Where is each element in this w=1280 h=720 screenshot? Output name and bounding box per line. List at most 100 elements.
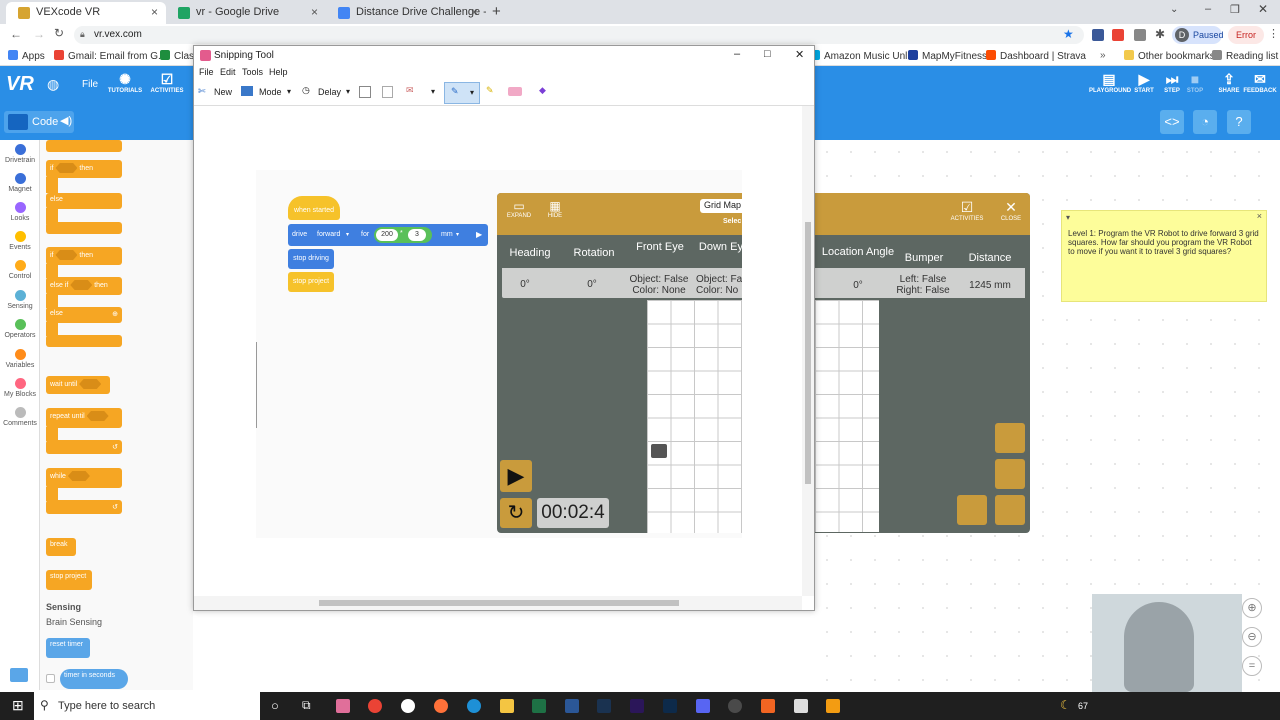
bookmark-gmail[interactable]: Gmail: Email from G... [54, 50, 166, 62]
scroll-thumb[interactable] [319, 600, 679, 606]
wait-until-block[interactable]: wait until [46, 376, 110, 394]
dropdown-icon[interactable]: ▾ [287, 87, 291, 96]
timer-checkbox[interactable] [46, 674, 55, 683]
new-snip-button[interactable]: New [214, 87, 232, 97]
category-sensing[interactable]: Sensing [0, 290, 40, 310]
maximize-icon[interactable]: ❐ [1230, 3, 1240, 16]
copy-icon[interactable] [382, 86, 393, 98]
direction-dropdown[interactable]: forward [317, 231, 340, 238]
send-icon[interactable]: ✉ [406, 85, 414, 96]
blocks-toggle-icon[interactable] [10, 668, 28, 682]
top-camera-icon[interactable] [995, 495, 1025, 525]
maps-taskbar-icon[interactable] [401, 699, 415, 713]
grid-map-select[interactable]: Grid Map [700, 199, 742, 213]
vr-activities-button[interactable]: ☑ ACTIVITIES [949, 199, 985, 222]
snip-menu-tools[interactable]: Tools [242, 67, 263, 77]
snip-close-icon[interactable]: ✕ [795, 48, 804, 61]
snipping-taskbar-icon[interactable] [336, 699, 350, 713]
value-b-input[interactable]: 3 [408, 229, 426, 241]
activities-button[interactable]: ☑ ACTIVITIES [147, 72, 187, 94]
taskbar-search[interactable]: ⚲ Type here to search [34, 692, 260, 720]
camera-view-icon[interactable] [995, 459, 1025, 489]
firefox-taskbar-icon[interactable] [434, 699, 448, 713]
vertical-scrollbar[interactable] [802, 106, 814, 596]
bookmark-strava[interactable]: Dashboard | Strava [986, 50, 1086, 62]
dashboard-gauge-icon[interactable]: ◔ [1193, 110, 1217, 134]
category-drivetrain[interactable]: Drivetrain [0, 144, 40, 164]
hide-button[interactable]: ▦ HIDE [541, 199, 569, 219]
play-button[interactable]: ▶ [500, 460, 532, 492]
discord-taskbar-icon[interactable] [696, 699, 710, 713]
close-note-icon[interactable]: × [1257, 212, 1262, 221]
mode-button[interactable]: Mode [259, 87, 282, 97]
photoshop-taskbar-icon[interactable] [663, 699, 677, 713]
reset-timer-block[interactable]: reset timer [46, 638, 90, 658]
new-tab-button[interactable]: + [492, 3, 501, 20]
playground-button[interactable]: ▤ PLAYGROUND [1089, 72, 1131, 94]
if-then-block[interactable]: if then [46, 160, 122, 178]
scroll-thumb[interactable] [805, 222, 811, 484]
minimize-icon[interactable]: – [1205, 3, 1211, 15]
reset-icon[interactable]: ↻ [500, 498, 532, 528]
repeat-until-block[interactable]: repeat until [46, 408, 122, 428]
back-icon[interactable]: ← [10, 27, 22, 41]
tab-distance-drive[interactable]: Distance Drive Challenge - VEXco × [326, 2, 486, 24]
save-icon[interactable] [359, 86, 371, 98]
puzzle-icon[interactable]: ✱ [1155, 27, 1165, 41]
feedback-button[interactable]: ✉ FEEDBACK [1240, 72, 1280, 94]
extension-icon[interactable] [1112, 29, 1124, 41]
snip-menu-file[interactable]: File [199, 67, 214, 77]
tab-search-icon[interactable]: ⌄ [1170, 4, 1178, 15]
category-looks[interactable]: Looks [0, 202, 40, 222]
vr-close-button[interactable]: ✕ CLOSE [993, 199, 1029, 222]
explorer-taskbar-icon[interactable] [500, 699, 514, 713]
bookmark-star-icon[interactable]: ★ [1063, 27, 1074, 41]
extension-icon[interactable] [1092, 29, 1104, 41]
error-button[interactable]: Error [1228, 26, 1264, 44]
category-my-blocks[interactable]: My Blocks [0, 378, 40, 398]
speaker-icon[interactable]: ◀) [60, 114, 72, 127]
collapse-icon[interactable]: ▾ [1066, 213, 1070, 222]
windows-start-icon[interactable]: ⊞ [12, 697, 24, 714]
lightroom-taskbar-icon[interactable] [597, 699, 611, 713]
app-taskbar-icon[interactable] [761, 699, 775, 713]
zoom-in-icon[interactable]: ⊕ [1242, 598, 1262, 618]
bookmark-amazon-music[interactable]: Amazon Music Unli... [810, 50, 918, 62]
help-icon[interactable]: ? [1227, 110, 1251, 134]
zoom-out-icon[interactable]: ⊖ [1242, 627, 1262, 647]
else-block[interactable]: else ⊕ [46, 307, 122, 323]
snip-maximize-icon[interactable]: □ [764, 48, 771, 60]
reload-icon[interactable]: ↻ [54, 26, 64, 40]
eraser-icon[interactable] [508, 87, 522, 96]
when-started-block[interactable]: when started [288, 196, 340, 220]
category-control[interactable]: Control [0, 260, 40, 280]
else-if-block[interactable]: else if then [46, 277, 122, 295]
tab-vexcode-vr[interactable]: VEXcode VR × [6, 2, 166, 24]
bookmark-mapmyfitness[interactable]: MapMyFitness [908, 50, 987, 62]
cortana-icon[interactable]: ○ [271, 698, 279, 713]
stop-project-block[interactable]: stop project [288, 272, 334, 292]
units-dropdown[interactable]: mm [441, 231, 453, 238]
word-taskbar-icon[interactable] [565, 699, 579, 713]
category-events[interactable]: Events [0, 231, 40, 251]
run-block-icon[interactable]: ▶ [476, 230, 482, 239]
stop-driving-block[interactable]: stop driving [288, 249, 334, 269]
edge-taskbar-icon[interactable] [467, 699, 481, 713]
expand-button[interactable]: ▭ EXPAND [503, 199, 535, 219]
excel-taskbar-icon[interactable] [532, 699, 546, 713]
category-variables[interactable]: Variables [0, 349, 40, 369]
dropdown-icon[interactable]: ▾ [346, 87, 350, 96]
zoom-reset-icon[interactable]: = [1242, 656, 1262, 676]
close-tab-icon[interactable]: × [151, 5, 158, 19]
highlighter-icon[interactable]: ✎ [486, 85, 494, 96]
menu-icon[interactable]: ⋮ [1268, 27, 1279, 40]
break-block[interactable]: break [46, 538, 76, 556]
tutorials-button[interactable]: ✺ TUTORIALS [105, 72, 145, 94]
dropdown-icon[interactable]: ▾ [431, 87, 435, 96]
value-a-input[interactable]: 200 [376, 229, 398, 241]
paused-button[interactable]: D Paused [1172, 26, 1224, 44]
code-tab[interactable]: Code ◀) [4, 111, 74, 133]
globe-icon[interactable]: ◍ [47, 76, 59, 93]
multiply-operator-block[interactable]: 200 * 3 [374, 227, 432, 243]
timer-in-seconds-block[interactable]: timer in seconds [60, 669, 128, 689]
